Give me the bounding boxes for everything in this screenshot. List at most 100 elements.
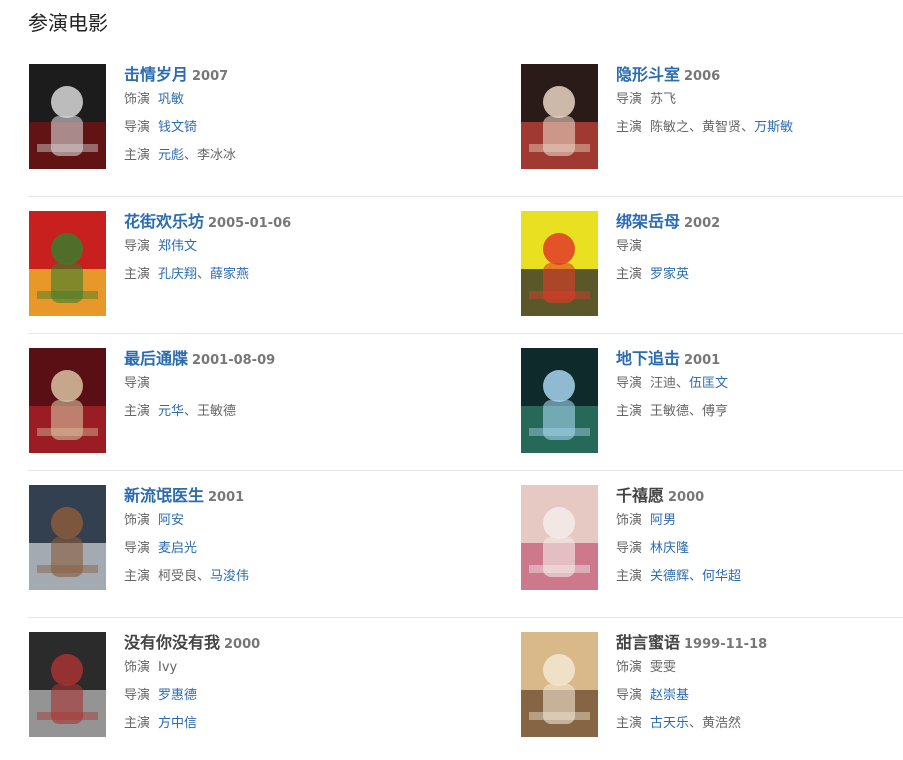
person-name: 黄智贤 bbox=[702, 120, 742, 135]
role-label: 导演 bbox=[124, 376, 151, 391]
person-link[interactable]: 方中信 bbox=[158, 716, 197, 731]
role-line: 主演 王敏德、傅亨 bbox=[616, 398, 903, 426]
person-link[interactable]: 林庆隆 bbox=[650, 541, 689, 556]
movie-title[interactable]: 绑架岳母 bbox=[616, 212, 680, 231]
movie-poster-link[interactable] bbox=[521, 211, 598, 316]
role-label: 导演 bbox=[124, 541, 151, 556]
movie-poster-link[interactable] bbox=[29, 211, 106, 316]
movie-title-line: 花街欢乐坊 2005-01-06 bbox=[124, 211, 424, 233]
role-label: 主演 bbox=[616, 404, 643, 419]
movie-title[interactable]: 新流氓医生 bbox=[124, 486, 204, 505]
role-line: 导演 赵崇基 bbox=[616, 682, 903, 710]
name-separator: 、 bbox=[741, 120, 755, 135]
role-label: 导演 bbox=[616, 239, 643, 254]
role-label: 主演 bbox=[124, 716, 151, 731]
movie-title[interactable]: 地下追击 bbox=[616, 349, 680, 368]
movie-poster-link[interactable] bbox=[521, 64, 598, 169]
person-name: 王敏德 bbox=[197, 404, 237, 419]
movie-row: 击情岁月 2007 饰演 巩敏 导演 钱文锜 主演 元彪、李冰冰 隐形斗室 2006 导演 苏飞 主演陈… bbox=[28, 64, 903, 197]
person-link[interactable]: 薛家燕 bbox=[210, 267, 249, 282]
movie-poster-icon bbox=[29, 211, 106, 316]
movie-title-line: 击情岁月 2007 bbox=[124, 64, 424, 86]
role-label: 导演 bbox=[124, 239, 151, 254]
movie-title-line: 隐形斗室 2006 bbox=[616, 64, 903, 86]
movie-year: 2000 bbox=[224, 637, 261, 652]
person-link[interactable]: 万斯敏 bbox=[754, 120, 793, 135]
name-separator: 、 bbox=[689, 716, 703, 731]
role-line: 主演 柯受良、马浚伟 bbox=[124, 563, 424, 591]
movie-year: 2007 bbox=[192, 69, 229, 84]
movie-poster-link[interactable] bbox=[521, 632, 598, 737]
movie-poster-link[interactable] bbox=[29, 485, 106, 590]
person-link[interactable]: 阿安 bbox=[158, 513, 184, 528]
person-link[interactable]: 阿男 bbox=[650, 513, 676, 528]
movie-poster-icon bbox=[29, 64, 106, 169]
name-separator: 、 bbox=[197, 569, 211, 584]
role-line: 饰演 巩敏 bbox=[124, 86, 424, 114]
person-link[interactable]: 古天乐 bbox=[650, 716, 689, 731]
person-link[interactable]: 何华超 bbox=[702, 569, 741, 584]
movie-poster-link[interactable] bbox=[29, 632, 106, 737]
person-name: Ivy bbox=[158, 660, 178, 675]
name-separator: 、 bbox=[197, 267, 211, 282]
movie-poster-link[interactable] bbox=[29, 348, 106, 453]
movie-year: 2001 bbox=[684, 353, 721, 368]
movie-info: 没有你没有我 2000 饰演 Ivy 导演 罗惠德 主演 方中信 bbox=[124, 632, 424, 738]
role-label: 饰演 bbox=[616, 513, 643, 528]
role-line: 主演 孔庆翔、薛家燕 bbox=[124, 261, 424, 289]
role-line: 饰演 雯雯 bbox=[616, 654, 903, 682]
person-link[interactable]: 孔庆翔 bbox=[158, 267, 197, 282]
role-label: 饰演 bbox=[124, 660, 151, 675]
movie-year: 1999-11-18 bbox=[684, 637, 768, 652]
person-link[interactable]: 元华 bbox=[158, 404, 184, 419]
person-link[interactable]: 马浚伟 bbox=[210, 569, 249, 584]
role-label: 主演 bbox=[124, 148, 151, 163]
person-link[interactable]: 郑伟文 bbox=[158, 239, 197, 254]
role-line: 主演 方中信 bbox=[124, 710, 424, 738]
movie-title[interactable]: 击情岁月 bbox=[124, 65, 188, 84]
person-link[interactable]: 钱文锜 bbox=[158, 120, 197, 135]
movie-title[interactable]: 最后通牒 bbox=[124, 349, 188, 368]
role-line: 主演 陈敏之、黄智贤、万斯敏 bbox=[616, 114, 903, 142]
role-label: 主演 bbox=[616, 267, 643, 282]
person-link[interactable]: 罗惠德 bbox=[158, 688, 197, 703]
role-line: 主演 关德辉、何华超 bbox=[616, 563, 903, 591]
role-label: 导演 bbox=[616, 688, 643, 703]
movie-info: 甜言蜜语 1999-11-18 饰演 雯雯 导演 赵崇基 主演 古天乐、黄浩然 bbox=[616, 632, 903, 738]
person-link[interactable]: 伍匡文 bbox=[689, 376, 728, 391]
movie-year: 2006 bbox=[684, 69, 721, 84]
person-link[interactable]: 巩敏 bbox=[158, 92, 184, 107]
movie-title-line: 地下追击 2001 bbox=[616, 348, 903, 370]
role-line: 主演 元华、王敏德 bbox=[124, 398, 424, 426]
movie-title[interactable]: 隐形斗室 bbox=[616, 65, 680, 84]
role-line: 饰演 Ivy bbox=[124, 654, 424, 682]
section-title: 参演电影 bbox=[28, 11, 108, 35]
person-link[interactable]: 关德辉 bbox=[650, 569, 689, 584]
person-link[interactable]: 元彪 bbox=[158, 148, 184, 163]
movie-title[interactable]: 花街欢乐坊 bbox=[124, 212, 204, 231]
movie-title: 千禧愿 bbox=[616, 486, 665, 505]
movie-title-line: 甜言蜜语 1999-11-18 bbox=[616, 632, 903, 654]
movie-year: 2005-01-06 bbox=[208, 216, 292, 231]
role-label: 饰演 bbox=[124, 513, 151, 528]
movie-poster-link[interactable] bbox=[29, 64, 106, 169]
role-label: 主演 bbox=[616, 120, 643, 135]
role-label: 饰演 bbox=[124, 92, 151, 107]
movie-year: 2001 bbox=[208, 490, 245, 505]
person-name: 雯雯 bbox=[650, 660, 677, 675]
person-link[interactable]: 罗家英 bbox=[650, 267, 689, 282]
movie-info: 地下追击 2001 导演 汪迪、伍匡文 主演 王敏德、傅亨 bbox=[616, 348, 903, 426]
role-line: 导演 汪迪、伍匡文 bbox=[616, 370, 903, 398]
person-name: 傅亨 bbox=[702, 404, 729, 419]
movie-poster-link[interactable] bbox=[521, 348, 598, 453]
role-line: 主演 古天乐、黄浩然 bbox=[616, 710, 903, 738]
role-line: 主演 罗家英 bbox=[616, 261, 903, 289]
role-label: 主演 bbox=[616, 569, 643, 584]
person-link[interactable]: 赵崇基 bbox=[650, 688, 689, 703]
person-name: 苏飞 bbox=[650, 92, 677, 107]
movie-poster-icon bbox=[521, 211, 598, 316]
person-link[interactable]: 麦启光 bbox=[158, 541, 197, 556]
movie-row: 没有你没有我 2000 饰演 Ivy 导演 罗惠德 主演 方中信 甜言蜜语 1999-11-18 饰… bbox=[28, 632, 903, 760]
movie-info: 千禧愿 2000 饰演 阿男 导演 林庆隆 主演 关德辉、何华超 bbox=[616, 485, 903, 591]
movie-poster-link[interactable] bbox=[521, 485, 598, 590]
